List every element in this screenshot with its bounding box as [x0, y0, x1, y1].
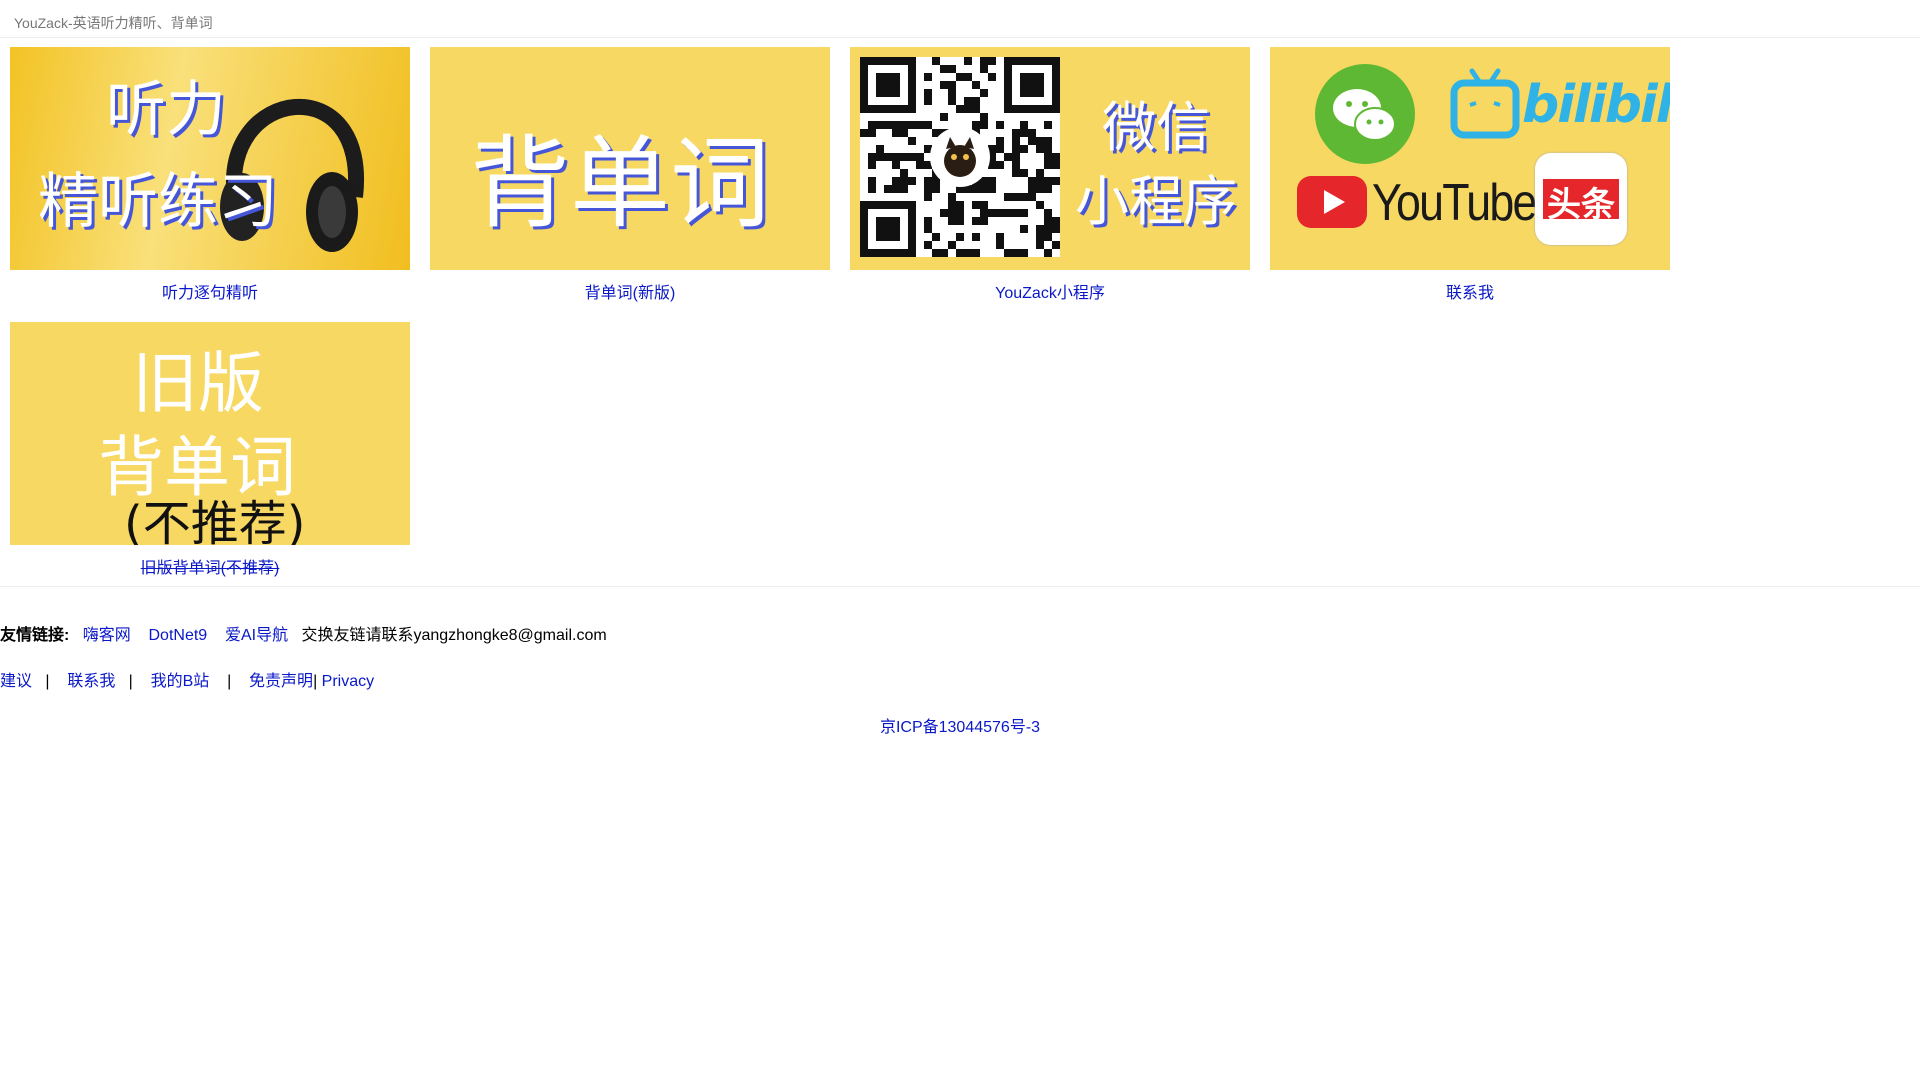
miniprogram-link[interactable]: YouZack小程序 [850, 279, 1250, 303]
bilibili-tv-icon [1450, 68, 1520, 139]
footer-link-contact[interactable]: 联系我 [67, 673, 115, 690]
old-words-image[interactable]: 旧版 背单词 (不推荐) [10, 322, 410, 545]
contact-image[interactable]: bilibili YouTube 头条 [1270, 47, 1670, 270]
friend-link-hiker[interactable]: 嗨客网 [83, 627, 131, 644]
wechat-icon [1315, 64, 1415, 164]
tile-miniprogram[interactable]: 微信 小程序 YouZack小程序 [850, 47, 1250, 303]
friend-links-label: 友情链接: [0, 627, 70, 644]
youtube-play-icon [1297, 176, 1367, 228]
words-link[interactable]: 背单词(新版) [430, 279, 830, 303]
old-words-line-3: (不推荐) [124, 496, 306, 545]
footer-link-privacy[interactable]: Privacy [322, 673, 374, 690]
listening-line-1: 听力 [106, 75, 226, 145]
qr-code [860, 57, 1060, 257]
separator: | [36, 673, 63, 690]
toutiao-text: 头条 [1547, 185, 1615, 225]
miniprogram-image[interactable]: 微信 小程序 [850, 47, 1250, 270]
separator: | [119, 673, 147, 690]
separator: | [213, 673, 245, 690]
old-words-link[interactable]: 旧版背单词(不推荐) [10, 554, 410, 578]
friend-link-dotnet9[interactable]: DotNet9 [148, 627, 207, 644]
words-image[interactable]: 背单词 [430, 47, 830, 270]
tile-listening[interactable]: 听力 精听练习 听力逐句精听 [10, 47, 410, 303]
friend-links-contact: 交换友链请联系yangzhongke8@gmail.com [301, 627, 607, 644]
listening-link[interactable]: 听力逐句精听 [10, 279, 410, 303]
footer-link-disclaimer[interactable]: 免责声明 [249, 673, 313, 690]
miniprogram-line-2: 小程序 [1075, 170, 1237, 233]
footer-divider [0, 586, 1920, 587]
listening-image[interactable]: 听力 精听练习 [10, 47, 410, 270]
miniprogram-line-1: 微信 [1102, 96, 1210, 159]
old-words-line-1: 旧版 [132, 345, 264, 422]
footer-link-bilibili[interactable]: 我的B站 [151, 673, 210, 690]
icp-link[interactable]: 京ICP备13044576号-3 [880, 719, 1040, 736]
friend-links: 友情链接: 嗨客网 DotNet9 爱AI导航 交换友链请联系yangzhong… [0, 621, 607, 645]
top-bar: YouZack-英语听力精听、背单词 [0, 0, 1920, 38]
cat-icon [930, 127, 990, 187]
friend-link-ai-nav[interactable]: 爱AI导航 [225, 627, 288, 644]
tile-words[interactable]: 背单词 背单词(新版) [430, 47, 830, 303]
icp-record: 京ICP备13044576号-3 [0, 713, 1920, 737]
toutiao-icon: 头条 [1535, 153, 1627, 245]
footer-link-suggest[interactable]: 建议 [0, 673, 32, 690]
youtube-logo-text: YouTube [1372, 174, 1537, 232]
tile-contact[interactable]: bilibili YouTube 头条 联系我 [1270, 47, 1670, 303]
listening-line-2: 精听练习 [38, 167, 278, 237]
separator: | [313, 673, 322, 690]
page-title: YouZack-英语听力精听、背单词 [14, 15, 213, 31]
words-image-text: 背单词 [470, 125, 770, 242]
tile-old-words[interactable]: 旧版 背单词 (不推荐) 旧版背单词(不推荐) [10, 322, 410, 578]
footer-links: 建议 | 联系我 | 我的B站 | 免责声明| Privacy [0, 667, 374, 691]
bilibili-logo-text: bilibili [1522, 75, 1670, 135]
contact-link[interactable]: 联系我 [1270, 279, 1670, 303]
